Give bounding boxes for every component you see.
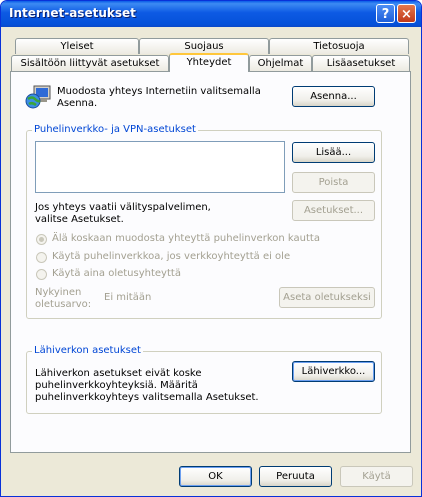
radio-always-dial-default[interactable] xyxy=(36,269,47,280)
apply-button[interactable]: Käytä xyxy=(340,466,413,487)
tab-tietosuoja[interactable]: Tietosuoja xyxy=(269,38,409,54)
connections-list[interactable] xyxy=(35,141,285,193)
proxy-note: Jos yhteys vaatii välityspalvelimen, val… xyxy=(35,202,211,225)
help-button[interactable]: ? xyxy=(376,4,395,23)
lan-settings-button[interactable]: Lähiverkko... xyxy=(292,361,375,382)
setup-button[interactable]: Asenna... xyxy=(292,86,375,107)
tab-yleiset[interactable]: Yleiset xyxy=(15,38,139,54)
tab-suojaus[interactable]: Suojaus xyxy=(139,38,269,54)
ok-button[interactable]: OK xyxy=(179,466,252,487)
tab-sisalto[interactable]: Sisältöön liittyvät asetukset xyxy=(11,55,169,71)
radio-dial-when-no-network-label: Käytä puhelinverkkoa, jos verkkoyhteyttä… xyxy=(52,251,291,262)
radio-never-dial[interactable] xyxy=(36,234,47,245)
current-default-label: Nykyinen oletusarvo: xyxy=(35,287,92,310)
radio-always-dial-default-label: Käytä aina oletusyhteyttä xyxy=(52,268,181,279)
network-globe-icon xyxy=(25,85,51,109)
tab-lisaasetukset[interactable]: Lisäasetukset xyxy=(312,55,410,71)
connections-panel: Muodosta yhteys Internetiin valitsemalla… xyxy=(10,71,411,453)
setup-description: Muodosta yhteys Internetiin valitsemalla… xyxy=(57,86,261,109)
lan-description: Lähiverkon asetukset eivät koske puhelin… xyxy=(35,368,259,403)
internet-options-window: Internet-asetukset ? × Yleiset Suojaus T… xyxy=(0,0,422,497)
cancel-button[interactable]: Peruuta xyxy=(259,466,332,487)
radio-dial-when-no-network[interactable] xyxy=(36,252,47,263)
vpn-settings-button[interactable]: Asetukset... xyxy=(292,200,375,221)
current-default-value: Ei mitään xyxy=(104,292,152,303)
close-button[interactable]: × xyxy=(397,4,416,23)
radio-never-dial-label: Älä koskaan muodosta yhteyttä puhelinver… xyxy=(52,233,320,244)
tab-yhteydet[interactable]: Yhteydet xyxy=(169,53,249,72)
add-connection-button[interactable]: Lisää... xyxy=(292,142,375,163)
window-title: Internet-asetukset xyxy=(9,6,136,20)
lan-legend: Lähiverkon asetukset xyxy=(32,345,143,356)
tab-ohjelmat[interactable]: Ohjelmat xyxy=(249,55,312,71)
vpn-legend: Puhelinverkko- ja VPN-asetukset xyxy=(32,124,198,135)
remove-connection-button[interactable]: Poista xyxy=(292,172,375,193)
title-bar[interactable]: Internet-asetukset ? × xyxy=(1,1,421,27)
set-default-button[interactable]: Aseta oletukseksi xyxy=(279,287,375,308)
